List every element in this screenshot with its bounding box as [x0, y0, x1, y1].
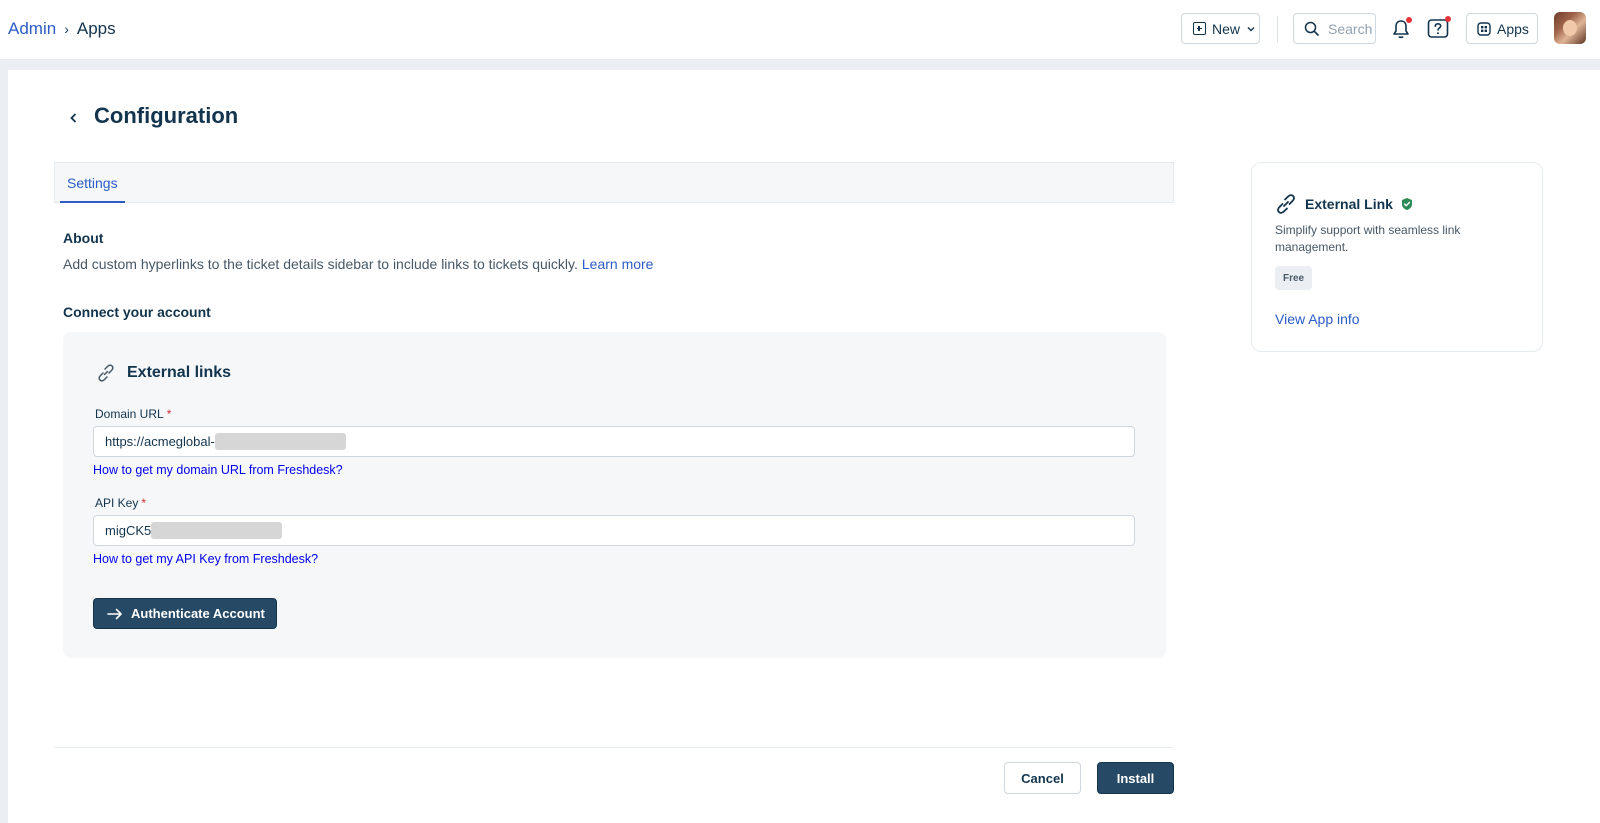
link-icon: [98, 364, 114, 382]
chevron-down-icon: [1247, 26, 1255, 31]
breadcrumb-separator: ›: [64, 21, 69, 37]
search-button[interactable]: Search: [1293, 13, 1376, 44]
api-key-input[interactable]: migCK5: [93, 515, 1135, 546]
breadcrumb: Admin › Apps: [8, 19, 116, 39]
chevron-left-icon: [70, 113, 77, 123]
domain-url-value: https://acmeglobal-: [105, 434, 215, 449]
redacted-text: [214, 433, 346, 450]
page-title: Configuration: [94, 103, 239, 128]
new-button[interactable]: New: [1181, 13, 1260, 44]
tab-bar: Settings: [54, 162, 1174, 203]
about-text: Add custom hyperlinks to the ticket deta…: [63, 256, 578, 272]
avatar[interactable]: [1554, 12, 1586, 44]
app-card-description: Simplify support with seamless link mana…: [1275, 223, 1461, 254]
app-card-name: External Link: [1305, 196, 1393, 212]
domain-url-label: Domain URL *: [95, 407, 171, 421]
apps-icon: [1477, 21, 1491, 36]
search-icon: [1304, 21, 1320, 36]
toolbar-divider: [1277, 16, 1278, 42]
domain-url-label-text: Domain URL: [95, 407, 164, 421]
authenticate-account-button[interactable]: Authenticate Account: [93, 598, 277, 629]
api-key-value: migCK5: [105, 523, 152, 538]
install-button[interactable]: Install: [1097, 762, 1174, 794]
panel-title-text: External links: [127, 364, 232, 381]
about-heading: About: [63, 230, 104, 246]
authenticate-account-label: Authenticate Account: [131, 606, 265, 621]
api-key-label: API Key *: [95, 496, 146, 510]
help-button[interactable]: [1423, 14, 1453, 44]
app-card-title: External Link: [1274, 192, 1414, 216]
domain-url-input[interactable]: https://acmeglobal-: [93, 426, 1135, 457]
domain-url-help-link[interactable]: How to get my domain URL from Freshdesk?: [93, 463, 343, 477]
learn-more-link[interactable]: Learn more: [582, 256, 654, 272]
notifications-button[interactable]: [1386, 14, 1416, 44]
verified-shield-icon: [1401, 198, 1412, 210]
plus-icon: [1193, 22, 1206, 35]
link-icon: [1277, 194, 1295, 214]
external-links-panel: External links Domain URL * https://acmeg…: [63, 332, 1166, 658]
arrow-right-icon: [107, 608, 122, 619]
required-mark: *: [166, 407, 172, 421]
panel-title: External links: [95, 362, 231, 384]
tab-settings[interactable]: Settings: [60, 163, 125, 203]
required-mark: *: [141, 496, 147, 510]
apps-button[interactable]: Apps: [1466, 13, 1538, 44]
connect-heading: Connect your account: [63, 304, 211, 320]
search-placeholder: Search: [1328, 20, 1373, 37]
help-dot: [1445, 16, 1451, 22]
pricing-badge: Free: [1275, 266, 1313, 290]
notification-dot: [1406, 17, 1412, 23]
main-content: Configuration Settings About Add custom …: [8, 70, 1600, 823]
top-bar: Admin › Apps New Search Apps: [0, 0, 1600, 60]
cancel-button[interactable]: Cancel: [1004, 762, 1081, 794]
back-button[interactable]: [64, 108, 84, 128]
breadcrumb-admin-link[interactable]: Admin: [8, 19, 56, 39]
view-app-info-link[interactable]: View App info: [1275, 311, 1360, 327]
footer-divider: [54, 747, 1174, 748]
api-key-label-text: API Key: [95, 496, 139, 510]
redacted-text: [151, 522, 283, 539]
api-key-help-link[interactable]: How to get my API Key from Freshdesk?: [93, 552, 318, 566]
breadcrumb-current: Apps: [76, 19, 116, 38]
about-text-line: Add custom hyperlinks to the ticket deta…: [63, 256, 653, 272]
apps-button-label: Apps: [1497, 20, 1529, 37]
app-info-card: External Link Simplify support with seam…: [1251, 162, 1543, 352]
new-button-label: New: [1212, 20, 1241, 37]
